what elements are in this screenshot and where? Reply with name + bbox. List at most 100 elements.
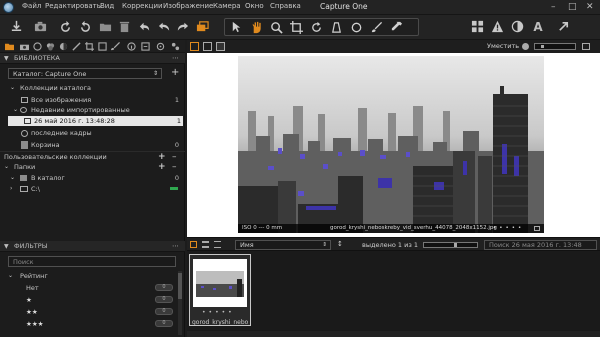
menu-window[interactable]: Окно xyxy=(245,2,264,10)
tab-crop-icon[interactable] xyxy=(84,41,94,51)
tab-color-icon[interactable] xyxy=(45,41,55,51)
panel-menu-icon[interactable]: ⋯ xyxy=(172,53,179,64)
sort-select[interactable]: Имя ⇕ xyxy=(235,240,331,250)
tab-library-icon[interactable] xyxy=(4,41,14,51)
zoom-fit-label[interactable]: Уместить xyxy=(487,42,519,50)
zoom-slider[interactable] xyxy=(534,43,576,50)
collapse-icon[interactable]: ▼ xyxy=(4,53,9,64)
redo-icon[interactable] xyxy=(174,18,190,35)
tree-folders[interactable]: ⌄ Папки + – xyxy=(0,162,185,172)
menu-file[interactable]: Файл xyxy=(22,2,41,10)
menu-image[interactable]: Изображение xyxy=(163,2,213,10)
add-catalog-icon[interactable]: + xyxy=(171,67,179,78)
thumbnail-size-slider[interactable] xyxy=(423,242,478,248)
rating-dots[interactable]: ••••• xyxy=(493,224,524,233)
thumbnail-rating-dots[interactable]: ••••• xyxy=(202,309,235,316)
rotate-tool-icon[interactable] xyxy=(308,19,324,36)
tab-lens-icon[interactable] xyxy=(32,41,42,51)
rotate-right-icon[interactable] xyxy=(77,18,93,35)
filters-menu-icon[interactable]: ⋯ xyxy=(172,241,179,252)
filmstrip-view-icon[interactable] xyxy=(214,241,221,248)
image-viewer[interactable]: ISO 0 --- 0 mm gorod_kryshi_neboskreby_v… xyxy=(187,53,600,237)
filter-rating-row[interactable]: ★ 0 xyxy=(0,295,185,305)
trash-icon[interactable] xyxy=(116,18,132,35)
filter-rating-group[interactable]: ⌄ Рейтинг xyxy=(0,271,185,281)
multi-view-icon[interactable] xyxy=(203,42,212,51)
main-photo[interactable]: ISO 0 --- 0 mm gorod_kryshi_neboskreby_v… xyxy=(238,56,544,233)
tab-settings-icon[interactable] xyxy=(170,41,180,51)
menu-edit[interactable]: Редактировать xyxy=(45,2,101,10)
drive-status-indicator xyxy=(170,187,178,190)
camera-icon[interactable] xyxy=(32,18,48,35)
sort-direction-icon[interactable]: ↕ xyxy=(337,240,343,248)
keystone-icon[interactable] xyxy=(328,19,344,36)
undo-icon[interactable] xyxy=(156,18,172,35)
spot-removal-icon[interactable] xyxy=(348,19,364,36)
tab-layers-icon[interactable] xyxy=(97,41,107,51)
tree-all-images[interactable]: Все изображения 1 xyxy=(0,95,185,105)
browser-scrollbar[interactable] xyxy=(187,331,600,337)
zoom-icon[interactable] xyxy=(268,19,284,36)
filters-header[interactable]: ▼ ФИЛЬТРЫ ⋯ xyxy=(0,241,185,252)
library-header[interactable]: ▼ БИБЛИОТЕКА ⋯ xyxy=(0,53,185,64)
fullscreen-icon[interactable] xyxy=(582,43,590,50)
maximize-icon[interactable]: □ xyxy=(568,2,577,12)
tab-metadata-icon[interactable] xyxy=(126,41,136,51)
remove-collection-icon[interactable]: – xyxy=(172,152,177,162)
copy-adjustments-icon[interactable] xyxy=(194,18,210,35)
filters-collapse-icon[interactable]: ▼ xyxy=(4,241,9,252)
filter-rating-row[interactable]: ★★ 0 xyxy=(0,307,185,317)
compare-view-icon[interactable] xyxy=(216,42,225,51)
thumbnail-item[interactable]: ••••• gorod_kryshi_neboskreby_vid_sverhu… xyxy=(189,254,251,326)
menu-view[interactable]: Вид xyxy=(100,2,114,10)
viewer-toolbar: Уместить xyxy=(187,40,600,53)
list-view-icon[interactable] xyxy=(202,241,209,248)
tab-output-icon[interactable] xyxy=(140,41,150,51)
exposure-warning-icon[interactable] xyxy=(489,18,505,35)
menu-help[interactable]: Справка xyxy=(270,2,301,10)
tree-in-catalog[interactable]: ⌄ В каталог 0 xyxy=(0,173,185,183)
grid-icon[interactable] xyxy=(469,18,485,35)
tab-exposure-icon[interactable] xyxy=(58,41,68,51)
menu-camera[interactable]: Камера xyxy=(213,2,241,10)
tab-capture-icon[interactable] xyxy=(19,41,29,51)
brush-icon[interactable] xyxy=(368,19,384,36)
select-cursor-icon[interactable] xyxy=(228,19,244,36)
catalog-select[interactable]: Каталог: Capture One ⇕ xyxy=(8,68,162,79)
move-to-folder-icon[interactable] xyxy=(97,18,113,35)
tree-last-captures[interactable]: последние кадры xyxy=(0,128,185,138)
tree-recent-imports[interactable]: ⌄ Недавние импортированные xyxy=(0,105,185,115)
import-icon[interactable] xyxy=(8,18,24,35)
close-icon[interactable]: ✕ xyxy=(586,2,594,12)
filter-rating-row[interactable]: Нет 0 xyxy=(0,283,185,293)
user-icon[interactable] xyxy=(522,43,529,50)
tab-batch-icon[interactable] xyxy=(155,41,165,51)
tree-drive-c[interactable]: › C:\ xyxy=(0,184,185,194)
text-annotation-icon[interactable]: A xyxy=(530,18,546,35)
add-folder-icon[interactable]: + xyxy=(158,162,166,172)
single-view-icon[interactable] xyxy=(190,42,199,51)
rotate-left-icon[interactable] xyxy=(57,18,73,35)
tree-trash[interactable]: Корзина 0 xyxy=(0,140,185,150)
filter-rating-row[interactable]: ★★★ 0 xyxy=(0,319,185,329)
reset-icon[interactable] xyxy=(136,18,152,35)
color-tag-icon[interactable] xyxy=(534,226,540,231)
minimize-icon[interactable]: – xyxy=(551,2,556,12)
filters-scrollbar[interactable] xyxy=(178,271,182,335)
open-arrow-icon[interactable] xyxy=(555,18,571,35)
filter-search-input[interactable]: Поиск xyxy=(8,256,176,267)
grid-view-icon[interactable] xyxy=(190,241,197,248)
add-collection-icon[interactable]: + xyxy=(158,152,166,162)
color-picker-icon[interactable] xyxy=(388,19,404,36)
tab-details-icon[interactable] xyxy=(71,41,81,51)
tab-brush-icon[interactable] xyxy=(110,41,120,51)
crop-icon[interactable] xyxy=(288,19,304,36)
tree-catalog-collections[interactable]: ⌄ Коллекции каталога xyxy=(0,83,185,93)
tree-recent-import-item[interactable]: 26 май 2016 г. 13:48:28 1 xyxy=(8,116,183,126)
tree-user-collections[interactable]: Пользовательские коллекции + – xyxy=(0,151,185,162)
browser-search-input[interactable]: Поиск 26 мая 2016 г. 13:48 xyxy=(484,240,597,250)
proof-icon[interactable] xyxy=(509,18,525,35)
menu-adjustments[interactable]: Коррекции xyxy=(122,2,163,10)
pan-hand-icon[interactable] xyxy=(248,19,264,36)
remove-folder-icon[interactable]: – xyxy=(172,162,177,172)
